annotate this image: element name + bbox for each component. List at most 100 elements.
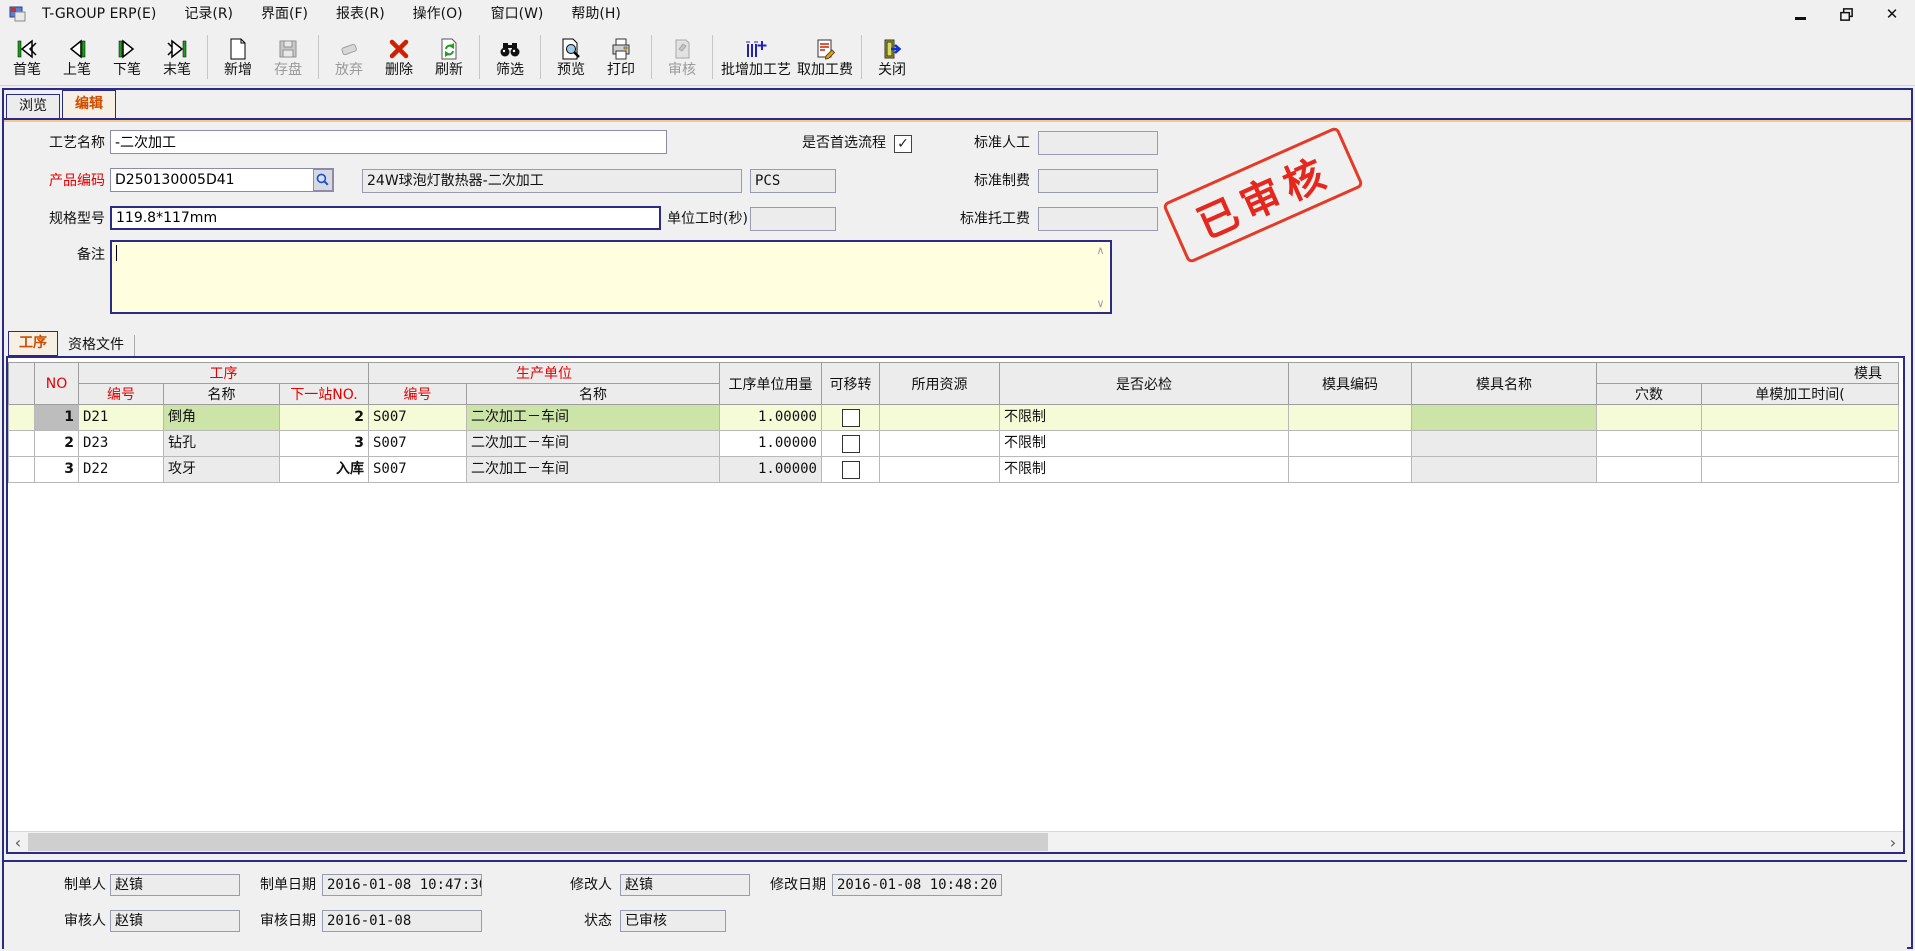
scroll-right-button[interactable]: ›: [1883, 832, 1903, 852]
tab-browse[interactable]: 浏览: [6, 94, 60, 119]
spec-label: 规格型号: [4, 206, 105, 232]
menu-item-3[interactable]: 报表(R): [322, 0, 399, 28]
cell-resource[interactable]: [880, 457, 1000, 483]
scroll-down-icon[interactable]: ∨: [1096, 297, 1104, 310]
cell-resource[interactable]: [880, 405, 1000, 431]
remark-scrollbar[interactable]: ∧ ∨: [1093, 244, 1108, 310]
cell-must-check[interactable]: 不限制: [1000, 457, 1289, 483]
cell-resource[interactable]: [880, 431, 1000, 457]
close-button[interactable]: ✕: [1883, 5, 1901, 23]
std-mfg-label: 标准制费: [930, 168, 1030, 194]
cell-qty[interactable]: 1.00000: [720, 457, 822, 483]
cell-must-check[interactable]: 不限制: [1000, 431, 1289, 457]
product-code-input[interactable]: [110, 168, 334, 192]
cell-mold-time[interactable]: [1702, 405, 1899, 431]
cell-mold-time[interactable]: [1702, 431, 1899, 457]
toolbar-button-refresh[interactable]: 刷新: [424, 31, 474, 83]
cell-next-station[interactable]: 入库: [280, 457, 369, 483]
menu-item-2[interactable]: 界面(F): [247, 0, 322, 28]
maker-label: 制单人: [24, 874, 106, 896]
cell-qty[interactable]: 1.00000: [720, 405, 822, 431]
cell-mold-time[interactable]: [1702, 457, 1899, 483]
transfer-checkbox[interactable]: [842, 409, 860, 427]
remark-input[interactable]: ∧ ∨: [110, 240, 1112, 314]
toolbar-button-preview[interactable]: 预览: [546, 31, 596, 83]
cell-transferable[interactable]: [822, 457, 880, 483]
cell-mold-code[interactable]: [1289, 431, 1412, 457]
cell-process-code[interactable]: D22: [79, 457, 164, 483]
menu-item-1[interactable]: 记录(R): [170, 0, 247, 28]
panel-accent-line: [4, 120, 1911, 122]
cell-unit-code[interactable]: S007: [369, 405, 467, 431]
toolbar-button-first[interactable]: 首笔: [2, 31, 52, 83]
app-icon: [8, 4, 28, 24]
menu-item-5[interactable]: 窗口(W): [477, 0, 558, 28]
grid-horizontal-scrollbar[interactable]: ‹ ›: [8, 831, 1903, 852]
scroll-left-button[interactable]: ‹: [8, 832, 28, 852]
auditor-label: 审核人: [24, 910, 106, 932]
minimize-button[interactable]: [1791, 5, 1809, 23]
tab-qualification-files[interactable]: 资格文件: [58, 335, 135, 356]
toolbar-separator: [712, 35, 713, 79]
check-icon: ✓: [897, 136, 909, 152]
maker-field: 赵镇: [110, 874, 240, 896]
record-info-footer: 制单人 赵镇 制单日期 2016-01-08 10:47:30 修改人 赵镇 修…: [4, 860, 1907, 949]
grid-row-3[interactable]: 3D22攻牙入库S007二次加工－车间1.00000不限制: [8, 457, 1899, 483]
menu-item-0[interactable]: T-GROUP ERP(E): [28, 0, 170, 28]
cell-cavity[interactable]: [1597, 405, 1702, 431]
spec-input[interactable]: [110, 206, 661, 230]
cell-process-name: 攻牙: [164, 457, 280, 483]
last-icon: [165, 35, 189, 61]
batch-add-icon: [744, 35, 768, 61]
toolbar-button-filter[interactable]: 筛选: [485, 31, 535, 83]
transfer-checkbox[interactable]: [842, 435, 860, 453]
cell-unit-code[interactable]: S007: [369, 457, 467, 483]
status-field: 已审核: [620, 910, 726, 932]
cell-cavity[interactable]: [1597, 457, 1702, 483]
tab-process[interactable]: 工序: [8, 331, 58, 356]
product-lookup-button[interactable]: [313, 169, 333, 191]
scrollbar-thumb[interactable]: [28, 833, 1048, 851]
restore-button[interactable]: [1837, 5, 1855, 23]
menu-item-6[interactable]: 帮助(H): [557, 0, 634, 28]
restore-icon: [1839, 7, 1854, 22]
toolbar-button-discard[interactable]: 放弃: [324, 31, 374, 83]
toolbar-button-audit[interactable]: 审核: [657, 31, 707, 83]
toolbar-button-next[interactable]: 下笔: [102, 31, 152, 83]
menu-item-4[interactable]: 操作(O): [399, 0, 477, 28]
grid-row-1[interactable]: 1D21倒角2S007二次加工－车间1.00000不限制: [8, 405, 1899, 431]
toolbar-button-prev[interactable]: 上笔: [52, 31, 102, 83]
cell-process-code[interactable]: D21: [79, 405, 164, 431]
toolbar-button-fee[interactable]: 取加工费: [794, 31, 856, 83]
tab-edit[interactable]: 编辑: [62, 90, 116, 119]
cell-transferable[interactable]: [822, 431, 880, 457]
cell-process-code[interactable]: D23: [79, 431, 164, 457]
refresh-icon: [437, 35, 461, 61]
toolbar-button-save[interactable]: 存盘: [263, 31, 313, 83]
toolbar-button-print[interactable]: 打印: [596, 31, 646, 83]
toolbar-button-last[interactable]: 末笔: [152, 31, 202, 83]
cell-transferable[interactable]: [822, 405, 880, 431]
grid-row-2[interactable]: 2D23钻孔3S007二次加工－车间1.00000不限制: [8, 431, 1899, 457]
cell-mold-code[interactable]: [1289, 405, 1412, 431]
cell-unit-code[interactable]: S007: [369, 431, 467, 457]
print-icon: [609, 35, 633, 61]
toolbar-button-batch-add[interactable]: 批增加工艺: [718, 31, 794, 83]
cell-cavity[interactable]: [1597, 431, 1702, 457]
process-grid-panel: NO工序编号名称下一站NO.生产单位编号名称工序单位用量可移转所用资源是否必检模…: [6, 356, 1905, 854]
transfer-checkbox[interactable]: [842, 461, 860, 479]
cell-next-station[interactable]: 2: [280, 405, 369, 431]
cell-unit-name: 二次加工－车间: [467, 405, 720, 431]
cell-qty[interactable]: 1.00000: [720, 431, 822, 457]
toolbar-button-new[interactable]: 新增: [213, 31, 263, 83]
cell-must-check[interactable]: 不限制: [1000, 405, 1289, 431]
unit-field: PCS: [750, 169, 836, 193]
row-indicator: [9, 457, 35, 483]
cell-next-station[interactable]: 3: [280, 431, 369, 457]
craft-name-input[interactable]: [110, 130, 667, 154]
toolbar-button-delete[interactable]: 删除: [374, 31, 424, 83]
cell-mold-code[interactable]: [1289, 457, 1412, 483]
scroll-up-icon[interactable]: ∧: [1096, 244, 1104, 257]
preferred-checkbox[interactable]: ✓: [894, 135, 912, 153]
toolbar-button-close-door[interactable]: 关闭: [867, 31, 917, 83]
